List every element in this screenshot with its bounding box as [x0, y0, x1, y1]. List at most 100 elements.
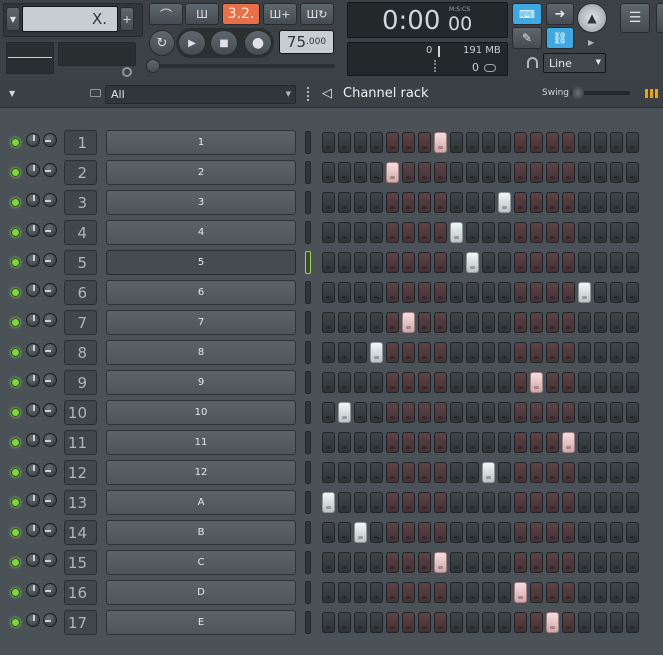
step-button[interactable]: [418, 282, 431, 303]
step-button[interactable]: [562, 222, 575, 243]
step-button[interactable]: [546, 552, 559, 573]
step-button[interactable]: [482, 192, 495, 213]
step-button[interactable]: [530, 402, 543, 423]
step-button[interactable]: [498, 462, 511, 483]
step-button[interactable]: [466, 402, 479, 423]
mute-led-icon[interactable]: [11, 228, 20, 237]
step-button[interactable]: [466, 462, 479, 483]
mute-led-icon[interactable]: [11, 468, 20, 477]
step-button[interactable]: [514, 252, 527, 273]
step-button[interactable]: [338, 462, 351, 483]
step-button[interactable]: [610, 492, 623, 513]
mute-led-icon[interactable]: [11, 168, 20, 177]
step-button[interactable]: [354, 162, 367, 183]
step-button[interactable]: [402, 342, 415, 363]
step-button[interactable]: [546, 282, 559, 303]
pan-knob-icon[interactable]: [43, 223, 57, 237]
step-button[interactable]: [402, 522, 415, 543]
step-button[interactable]: [498, 342, 511, 363]
step-button[interactable]: [354, 312, 367, 333]
step-button[interactable]: [418, 132, 431, 153]
channel-select-indicator[interactable]: [305, 611, 311, 634]
step-button[interactable]: [322, 432, 335, 453]
step-button[interactable]: [578, 162, 591, 183]
volume-knob-icon[interactable]: [26, 463, 40, 477]
step-button[interactable]: [578, 402, 591, 423]
step-button[interactable]: [530, 282, 543, 303]
piano-roll-view-icon[interactable]: [656, 3, 663, 33]
mute-led-icon[interactable]: [11, 348, 20, 357]
pattern-menu-button[interactable]: ▼: [6, 7, 20, 31]
step-button[interactable]: [450, 612, 463, 633]
step-button[interactable]: [610, 612, 623, 633]
step-button[interactable]: [402, 222, 415, 243]
step-button[interactable]: [434, 312, 447, 333]
step-button[interactable]: [578, 222, 591, 243]
step-button[interactable]: [370, 372, 383, 393]
step-button[interactable]: [466, 582, 479, 603]
pan-knob-icon[interactable]: [43, 523, 57, 537]
mixer-track-number[interactable]: 8: [64, 340, 97, 365]
step-button[interactable]: [498, 162, 511, 183]
step-button[interactable]: [498, 492, 511, 513]
step-button[interactable]: [386, 222, 399, 243]
step-button[interactable]: [530, 252, 543, 273]
step-button[interactable]: [514, 162, 527, 183]
step-button[interactable]: [386, 282, 399, 303]
swing-slider-handle[interactable]: [572, 86, 584, 100]
step-button[interactable]: [482, 462, 495, 483]
step-button[interactable]: [546, 252, 559, 273]
step-button[interactable]: [562, 492, 575, 513]
step-button[interactable]: [498, 582, 511, 603]
step-button[interactable]: [338, 342, 351, 363]
volume-knob-icon[interactable]: [26, 433, 40, 447]
step-button[interactable]: [322, 552, 335, 573]
step-button[interactable]: [322, 582, 335, 603]
step-button[interactable]: [434, 582, 447, 603]
step-button[interactable]: [514, 132, 527, 153]
step-button[interactable]: [466, 432, 479, 453]
song-position-button[interactable]: 3.2.: [222, 3, 260, 25]
tempo-display[interactable]: 75.000: [279, 30, 334, 54]
step-button[interactable]: [354, 462, 367, 483]
step-button[interactable]: [402, 312, 415, 333]
step-button[interactable]: [594, 312, 607, 333]
step-button[interactable]: [610, 372, 623, 393]
step-button[interactable]: [338, 492, 351, 513]
step-button[interactable]: [498, 552, 511, 573]
step-button[interactable]: [562, 342, 575, 363]
step-button[interactable]: [546, 492, 559, 513]
step-button[interactable]: [466, 612, 479, 633]
step-button[interactable]: [546, 312, 559, 333]
step-button[interactable]: [466, 552, 479, 573]
step-button[interactable]: [322, 132, 335, 153]
volume-knob-icon[interactable]: [26, 373, 40, 387]
step-button[interactable]: [466, 192, 479, 213]
step-button[interactable]: [562, 132, 575, 153]
step-button[interactable]: [322, 612, 335, 633]
step-button[interactable]: [466, 132, 479, 153]
channel-select-indicator[interactable]: [305, 551, 311, 574]
step-button[interactable]: [562, 192, 575, 213]
step-button[interactable]: [370, 552, 383, 573]
step-button[interactable]: [514, 612, 527, 633]
step-button[interactable]: [482, 342, 495, 363]
step-button[interactable]: [338, 252, 351, 273]
step-button[interactable]: [514, 312, 527, 333]
channel-name-button[interactable]: 9: [106, 370, 296, 395]
pan-knob-icon[interactable]: [43, 493, 57, 507]
step-button[interactable]: [386, 462, 399, 483]
step-button[interactable]: [626, 312, 639, 333]
step-button[interactable]: [498, 372, 511, 393]
step-button[interactable]: [482, 582, 495, 603]
step-button[interactable]: [402, 252, 415, 273]
step-button[interactable]: [514, 552, 527, 573]
step-button[interactable]: [562, 522, 575, 543]
step-button[interactable]: [562, 402, 575, 423]
mixer-track-number[interactable]: 15: [64, 550, 97, 575]
step-button[interactable]: [450, 282, 463, 303]
channel-select-indicator[interactable]: [305, 221, 311, 244]
step-button[interactable]: [482, 522, 495, 543]
step-button[interactable]: [626, 222, 639, 243]
step-button[interactable]: [354, 282, 367, 303]
